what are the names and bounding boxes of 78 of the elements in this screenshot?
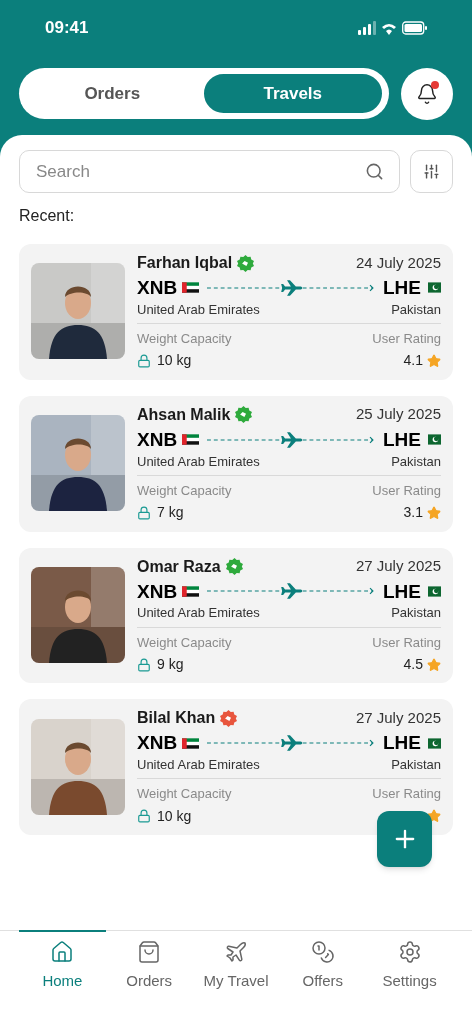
star-icon: [427, 354, 441, 368]
destination-code: LHE: [383, 579, 421, 604]
destination-code: LHE: [383, 276, 421, 300]
destination-code: LHE: [383, 427, 421, 452]
weight-value: 9 kg: [157, 655, 184, 674]
section-title: Recent:: [18, 206, 76, 226]
flag-icon: [182, 585, 200, 597]
wifi-icon: [382, 21, 396, 35]
destination-country: Pakistan: [391, 453, 441, 470]
weight-label: Weight Capacity: [137, 482, 232, 499]
weight-label: Weight Capacity: [137, 786, 232, 803]
travel-date: 25 July 2025: [355, 405, 441, 425]
coins-icon: [310, 940, 335, 964]
traveler-card[interactable]: Omar Raza 27 July 2025 XNB LHE United Arab Emirates Pakistan Weight Capacity User Rating 9 kg 4.5: [19, 547, 453, 684]
settings-icon: [397, 940, 422, 964]
traveler-card[interactable]: Bilal Khan 27 July 2025 XNB LHE United Arab Emirates Pakistan Weight Capacity User Rating 10 kg: [19, 699, 453, 835]
flag-icon: [182, 737, 200, 749]
destination-country: Pakistan: [391, 605, 441, 622]
rating-label: User Rating: [372, 331, 441, 348]
segment-tab[interactable]: Orders: [23, 72, 202, 115]
search-icon: [365, 162, 384, 181]
traveler-name: Bilal Khan: [137, 708, 216, 729]
home-icon: [50, 940, 75, 964]
origin-code: XNB: [137, 427, 178, 452]
nav-tab[interactable]: Offers: [279, 931, 367, 1024]
origin-country: United Arab Emirates: [137, 605, 260, 622]
flag-icon: [428, 434, 441, 446]
origin-code: XNB: [137, 579, 178, 604]
filter-icon: [423, 163, 440, 180]
weight-label: Weight Capacity: [137, 634, 232, 651]
weight-label: Weight Capacity: [137, 331, 232, 348]
traveler-name: Omar Raza: [137, 556, 221, 577]
rating-value: 4.1: [403, 352, 423, 370]
nav-tab[interactable]: Orders: [105, 931, 193, 1024]
rating-value: 3.1: [403, 504, 423, 522]
filter-button[interactable]: [410, 150, 453, 193]
traveler-card[interactable]: Farhan Iqbal 24 July 2025 XNB LHE United Arab Emirates Pakistan Weight Capacity User Rating 10 kg 4.1: [19, 244, 453, 380]
segment-tab[interactable]: Travels: [201, 72, 384, 115]
bag-icon: [137, 940, 162, 964]
signal-icon: [358, 21, 376, 35]
flag-icon: [428, 737, 441, 749]
origin-country: United Arab Emirates: [137, 757, 260, 774]
traveler-name: Ahsan Malik: [137, 404, 231, 425]
traveler-name: Farhan Iqbal: [137, 253, 233, 273]
travel-date: 27 July 2025: [355, 557, 441, 576]
flag-icon: [428, 585, 441, 597]
destination-country: Pakistan: [391, 301, 441, 318]
rating-label: User Rating: [372, 482, 441, 499]
weight-value: 10 kg: [157, 807, 192, 825]
nav-tab[interactable]: Settings: [366, 931, 453, 1024]
bell-icon: [416, 83, 438, 105]
status-time: 09:41: [45, 17, 89, 40]
nav-tab[interactable]: Home: [19, 930, 106, 1024]
destination-country: Pakistan: [391, 757, 441, 774]
star-icon: [427, 657, 441, 672]
notification-button[interactable]: [401, 68, 453, 120]
plane-icon: [224, 940, 248, 964]
origin-code: XNB: [137, 276, 178, 300]
flag-icon: [182, 434, 200, 446]
weight-value: 7 kg: [157, 504, 184, 522]
rating-label: User Rating: [372, 634, 441, 651]
destination-code: LHE: [383, 731, 421, 755]
rating-label: User Rating: [372, 786, 441, 803]
traveler-card[interactable]: Ahsan Malik 25 July 2025 XNB LHE United Arab Emirates Pakistan Weight Capacity User Rating 7 kg 3.1: [19, 395, 453, 532]
nav-tab[interactable]: My Travel: [192, 931, 280, 1024]
travel-date: 24 July 2025: [355, 253, 441, 273]
star-icon: [427, 505, 441, 520]
flag-icon: [428, 282, 441, 294]
battery-icon: [402, 21, 427, 35]
add-button[interactable]: [377, 811, 432, 867]
search-field[interactable]: Search: [19, 150, 400, 193]
flag-icon: [182, 282, 200, 294]
rating-value: 4.5: [403, 655, 423, 674]
origin-country: United Arab Emirates: [137, 453, 260, 470]
origin-code: XNB: [137, 731, 178, 755]
travel-date: 27 July 2025: [355, 708, 441, 728]
weight-value: 10 kg: [157, 352, 192, 370]
origin-country: United Arab Emirates: [137, 301, 260, 318]
